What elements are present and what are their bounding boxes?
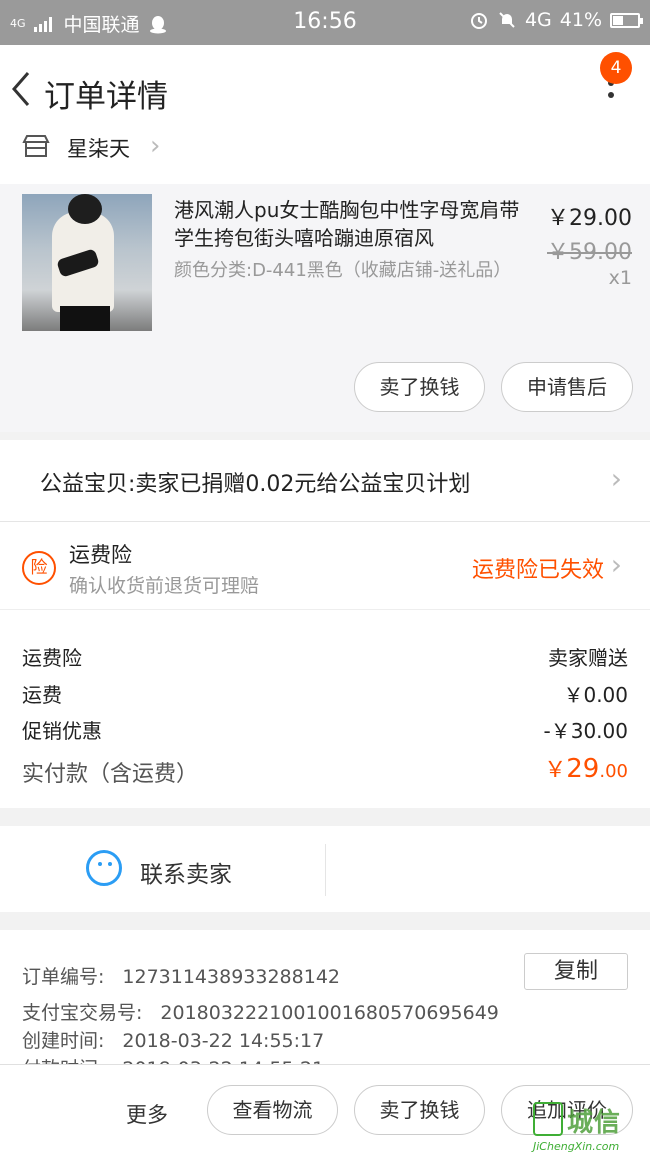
order-info: 订单编号: 127311438933288142 复制 支付宝交易号: 201803… bbox=[0, 930, 650, 1070]
more-button[interactable]: 更多 bbox=[126, 1099, 168, 1129]
order-item[interactable]: 港风潮人pu女士酷胸包中性字母宽肩带学生挎包街头嘻哈蹦迪原宿风 颜色分类:D-4… bbox=[0, 184, 650, 432]
battery-icon bbox=[610, 12, 643, 28]
created-time-line: 创建时间: 2018-03-22 14:55:17 bbox=[22, 1026, 324, 1053]
insurance-icon: 险 bbox=[22, 551, 56, 585]
cost-row-insurance: 运费险 卖家赠送 bbox=[22, 642, 628, 671]
cost-label: 运费险 bbox=[22, 646, 82, 670]
divider bbox=[325, 844, 326, 896]
product-title: 港风潮人pu女士酷胸包中性字母宽肩带学生挎包街头嘻哈蹦迪原宿风 bbox=[174, 198, 520, 250]
cost-label: 促销优惠 bbox=[22, 719, 102, 743]
network-type-right: 4G bbox=[524, 9, 552, 31]
copy-button[interactable]: 复制 bbox=[524, 953, 628, 990]
back-arrow-icon[interactable] bbox=[8, 69, 34, 109]
insurance-subtitle: 确认收货前退货可理赔 bbox=[69, 575, 260, 597]
notification-badge[interactable]: 4 bbox=[600, 52, 632, 84]
contact-seller-button[interactable]: 联系卖家 bbox=[140, 855, 232, 889]
total-label: 实付款（含运费） bbox=[22, 762, 199, 787]
sell-for-cash-button[interactable]: 卖了换钱 bbox=[354, 362, 485, 412]
total-decimal: .00 bbox=[599, 761, 628, 782]
watermark-logo: 城信 JiChengXin.com bbox=[533, 1102, 648, 1153]
total-currency: ￥ bbox=[544, 758, 567, 783]
cost-value: 卖家赠送 bbox=[548, 646, 628, 670]
product-original-price: ￥59.00 bbox=[547, 240, 632, 265]
watermark-icon bbox=[533, 1102, 563, 1136]
product-price: ￥29.00 bbox=[547, 206, 632, 231]
chevron-right-icon: › bbox=[150, 131, 161, 161]
alarm-icon bbox=[470, 13, 487, 29]
watermark-url: JiChengXin.com bbox=[533, 1140, 620, 1153]
total-amount: ￥29.00 bbox=[544, 752, 628, 784]
chevron-right-icon: › bbox=[610, 462, 622, 495]
contact-bar: 联系卖家 bbox=[0, 826, 650, 912]
navbar: 订单详情 4 bbox=[0, 45, 650, 133]
battery-percent: 41% bbox=[559, 9, 602, 31]
cost-value: -￥30.00 bbox=[543, 719, 628, 743]
cost-label: 运费 bbox=[22, 683, 62, 707]
created-time: 2018-03-22 14:55:17 bbox=[122, 1030, 325, 1052]
chat-icon bbox=[86, 850, 122, 886]
charity-row[interactable]: 公益宝贝:卖家已捐赠0.02元给公益宝贝计划 › bbox=[0, 440, 650, 522]
total-paid-row: 实付款（含运费） ￥29.00 bbox=[22, 754, 628, 788]
product-spec: 颜色分类:D-441黑色（收藏店铺-送礼品） bbox=[174, 260, 512, 281]
sell-for-cash-button[interactable]: 卖了换钱 bbox=[354, 1085, 485, 1135]
order-number-label: 订单编号: bbox=[22, 966, 105, 988]
page-title: 订单详情 bbox=[44, 79, 168, 115]
order-number: 127311438933288142 bbox=[122, 966, 340, 988]
shop-row[interactable]: 星柒天 › bbox=[0, 131, 650, 184]
watermark-text: 城信 bbox=[567, 1108, 622, 1138]
battery-fill bbox=[613, 15, 623, 25]
cost-row-shipping: 运费 ￥0.00 bbox=[22, 679, 628, 708]
insurance-status: 运费险已失效 bbox=[471, 558, 604, 583]
alipay-label: 支付宝交易号: bbox=[22, 1002, 143, 1024]
shop-name: 星柒天 bbox=[67, 137, 130, 161]
chevron-right-icon: › bbox=[610, 548, 622, 581]
view-logistics-button[interactable]: 查看物流 bbox=[207, 1085, 338, 1135]
status-right: 4G 41% bbox=[469, 9, 643, 31]
cost-value: ￥0.00 bbox=[563, 683, 628, 707]
alipay-number: 2018032221001001680570695649 bbox=[160, 1002, 499, 1024]
charity-text: 公益宝贝:卖家已捐赠0.02元给公益宝贝计划 bbox=[40, 472, 471, 497]
order-number-line: 订单编号: 127311438933288142 bbox=[22, 962, 340, 989]
apply-aftersale-button[interactable]: 申请售后 bbox=[501, 362, 633, 412]
insurance-title: 运费险 bbox=[69, 543, 132, 567]
product-quantity: x1 bbox=[608, 267, 632, 289]
product-thumbnail[interactable] bbox=[22, 194, 152, 331]
shipping-insurance-row[interactable]: 险 运费险 确认收货前退货可理赔 运费险已失效 › bbox=[0, 522, 650, 610]
created-label: 创建时间: bbox=[22, 1030, 105, 1052]
cost-row-discount: 促销优惠 -￥30.00 bbox=[22, 715, 628, 744]
shop-icon bbox=[22, 135, 50, 157]
status-bar: 4G 中国联通 16:56 4G 41% bbox=[0, 0, 650, 45]
mute-bell-icon bbox=[499, 12, 515, 28]
cost-summary: 运费险 卖家赠送 运费 ￥0.00 促销优惠 -￥30.00 实付款（含运费） … bbox=[0, 610, 650, 808]
alipay-number-line: 支付宝交易号: 2018032221001001680570695649 bbox=[22, 998, 499, 1025]
total-integer: 29 bbox=[566, 754, 600, 784]
